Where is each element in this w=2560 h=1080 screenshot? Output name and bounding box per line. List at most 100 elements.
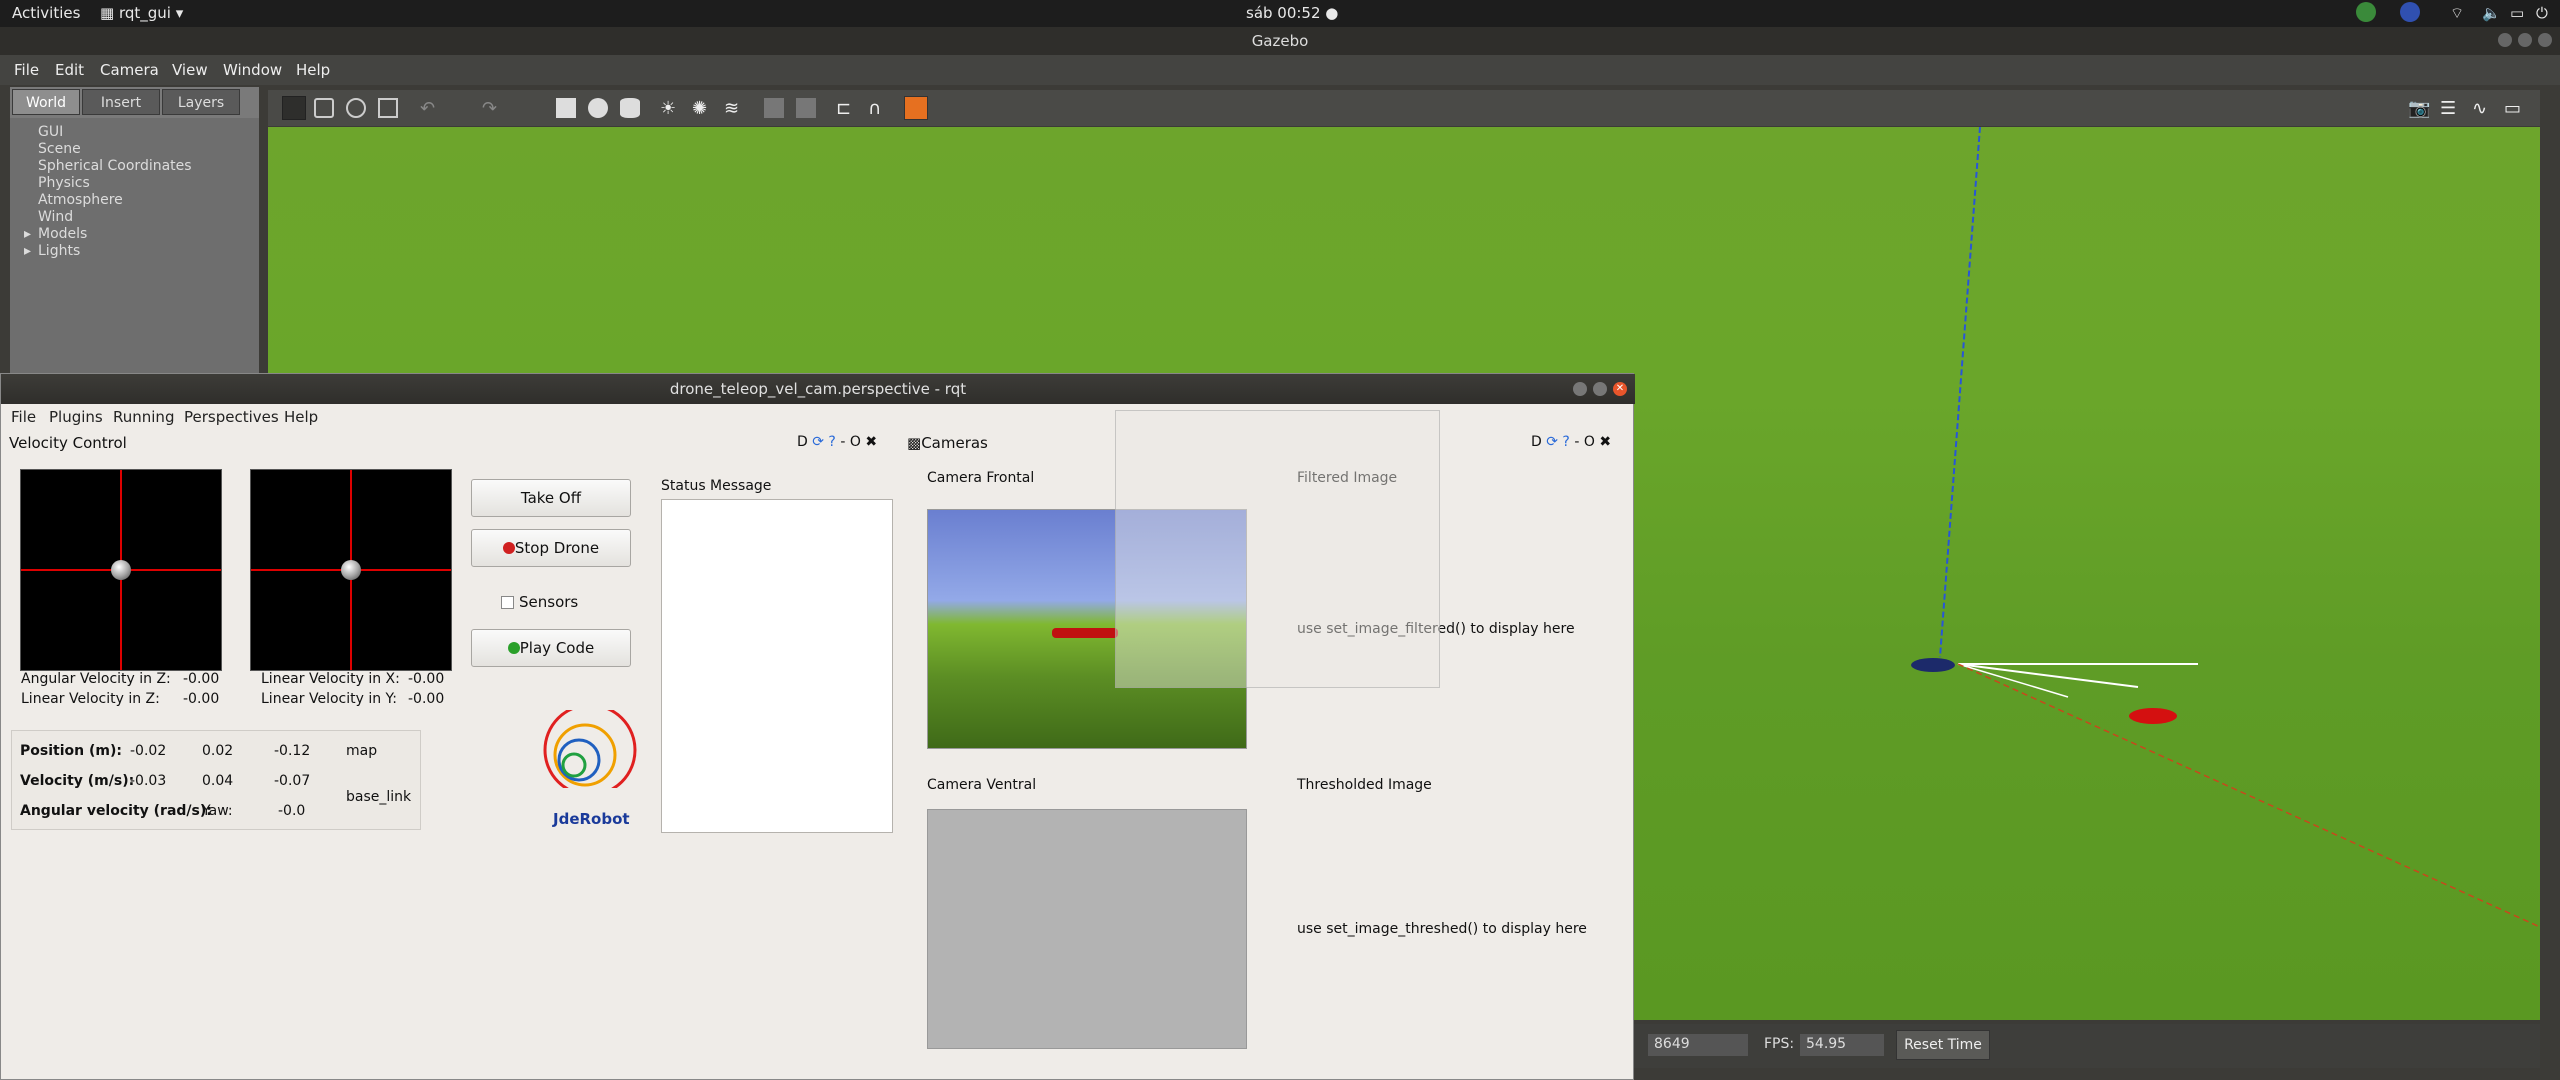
tree-expand-lights-icon[interactable]: ▸	[24, 243, 31, 259]
plot-icon[interactable]: ∿	[2472, 98, 2494, 119]
rqt-window-title: drone_teleop_vel_cam.perspective - rqt	[1, 374, 1635, 404]
directional-light-icon[interactable]: ≋	[724, 98, 744, 119]
float-plugin-icon[interactable]: O	[850, 434, 861, 450]
yaw-label: Yaw:	[202, 803, 233, 819]
gazebo-minimize-icon[interactable]	[2498, 33, 2512, 47]
gazebo-menu-view[interactable]: View	[172, 61, 208, 79]
change-view-icon[interactable]	[904, 96, 928, 120]
undo-icon[interactable]: ↶	[420, 98, 440, 119]
screenshot-icon[interactable]: 📷	[2408, 98, 2430, 119]
translate-mode-icon[interactable]	[314, 98, 334, 118]
user-icon[interactable]	[2400, 2, 2420, 22]
cameras-float-icon[interactable]: O	[1584, 434, 1595, 450]
point-light-icon[interactable]: ☀	[660, 98, 680, 119]
sensors-label: Sensors	[519, 593, 579, 611]
world-tree: GUI Scene Spherical Coordinates Physics …	[10, 118, 259, 378]
rqt-menu-running[interactable]: Running	[113, 408, 174, 426]
stop-drone-button[interactable]: Stop Drone	[471, 529, 631, 567]
fps-value: 54.95	[1800, 1034, 1884, 1056]
volume-icon[interactable]: 🔈	[2482, 4, 2501, 22]
dock-icon[interactable]: D	[797, 434, 808, 450]
paste-icon[interactable]	[796, 98, 816, 118]
cameras-icon: ▩	[907, 434, 922, 452]
gazebo-maximize-icon[interactable]	[2518, 33, 2532, 47]
help-icon[interactable]: ?	[828, 434, 835, 450]
take-off-button[interactable]: Take Off	[471, 479, 631, 517]
tree-expand-models-icon[interactable]: ▸	[24, 226, 31, 242]
gazebo-window-title: Gazebo	[0, 27, 2560, 55]
gazebo-menubar: File Edit Camera View Window Help	[0, 55, 2560, 85]
tree-item-models[interactable]: Models	[38, 226, 87, 242]
drone-blue[interactable]	[1911, 658, 1955, 672]
gazebo-close-icon[interactable]	[2538, 33, 2552, 47]
tree-item-atmosphere[interactable]: Atmosphere	[38, 192, 123, 208]
power-menu-icon[interactable]: ⏻	[2536, 4, 2548, 22]
box-shape-icon[interactable]	[556, 98, 576, 118]
position-z: -0.12	[274, 743, 311, 759]
minimize-plugin-icon[interactable]: -	[840, 434, 845, 450]
scale-mode-icon[interactable]	[378, 98, 398, 118]
tab-world[interactable]: World	[12, 89, 80, 115]
play-code-button[interactable]: Play Code	[471, 629, 631, 667]
rqt-menu-file[interactable]: File	[11, 408, 36, 426]
wifi-icon[interactable]: ⌔	[2450, 4, 2464, 23]
play-code-label: Play Code	[519, 639, 595, 657]
joystick-knob-left[interactable]	[111, 560, 131, 580]
align-icon[interactable]: ⊏	[836, 98, 856, 119]
clock[interactable]: sáb 00:52 ●	[1246, 4, 1338, 22]
tab-layers[interactable]: Layers	[162, 89, 240, 115]
video-record-icon[interactable]: ▭	[2504, 98, 2526, 119]
cameras-help-icon[interactable]: ?	[1562, 434, 1569, 450]
rotate-mode-icon[interactable]	[346, 98, 366, 118]
select-mode-icon[interactable]	[282, 96, 306, 120]
spot-light-icon[interactable]: ✺	[692, 98, 712, 119]
stop-drone-label: Stop Drone	[514, 539, 600, 557]
stop-icon	[502, 542, 515, 554]
copy-icon[interactable]	[764, 98, 784, 118]
gazebo-menu-window[interactable]: Window	[223, 61, 282, 79]
cameras-minimize-icon[interactable]: -	[1574, 434, 1579, 450]
sphere-shape-icon[interactable]	[588, 98, 608, 118]
reload-icon[interactable]: ⟳	[812, 434, 824, 450]
activities-button[interactable]: Activities	[12, 4, 80, 22]
cylinder-shape-icon[interactable]	[620, 98, 640, 118]
snap-icon[interactable]: ∩	[868, 98, 888, 119]
tree-item-gui[interactable]: GUI	[38, 124, 63, 140]
cameras-close-icon[interactable]: ✖	[1599, 434, 1611, 450]
joystick-pad-left[interactable]	[20, 469, 222, 671]
app-menu-label: rqt_gui	[118, 4, 171, 22]
battery-icon[interactable]: ▭	[2510, 4, 2524, 22]
tree-item-lights[interactable]: Lights	[38, 243, 80, 259]
play-icon	[507, 642, 520, 654]
app-menu[interactable]: ▦ rqt_gui ▾	[100, 4, 183, 22]
tree-item-scene[interactable]: Scene	[38, 141, 81, 157]
tree-item-wind[interactable]: Wind	[38, 209, 73, 225]
joystick-pad-right[interactable]	[250, 469, 452, 671]
gazebo-menu-help[interactable]: Help	[296, 61, 330, 79]
gazebo-menu-camera[interactable]: Camera	[100, 61, 159, 79]
rqt-minimize-icon[interactable]	[1573, 382, 1587, 396]
rqt-menu-help[interactable]: Help	[284, 408, 318, 426]
log-icon[interactable]: ☰	[2440, 98, 2462, 119]
reset-time-button[interactable]: Reset Time	[1896, 1030, 1990, 1060]
rqt-maximize-icon[interactable]	[1593, 382, 1607, 396]
gazebo-menu-edit[interactable]: Edit	[55, 61, 84, 79]
camera-frontal-label: Camera Frontal	[927, 470, 1035, 486]
close-plugin-icon[interactable]: ✖	[865, 434, 877, 450]
cameras-reload-icon[interactable]: ⟳	[1546, 434, 1558, 450]
rqt-menu-perspectives[interactable]: Perspectives	[184, 408, 279, 426]
status-message-box[interactable]	[661, 499, 893, 833]
cameras-dock-icon[interactable]: D	[1531, 434, 1542, 450]
tab-insert[interactable]: Insert	[82, 89, 160, 115]
shield-icon[interactable]	[2356, 2, 2376, 22]
tree-item-physics[interactable]: Physics	[38, 175, 90, 191]
sensor-ray-3	[1957, 663, 2069, 698]
sensors-checkbox[interactable]	[501, 596, 514, 609]
redo-icon[interactable]: ↷	[482, 98, 502, 119]
rqt-menu-plugins[interactable]: Plugins	[49, 408, 103, 426]
drone-red[interactable]	[2129, 708, 2177, 724]
tree-item-spherical-coordinates[interactable]: Spherical Coordinates	[38, 158, 192, 174]
joystick-knob-right[interactable]	[341, 560, 361, 580]
rqt-close-icon[interactable]: ✕	[1613, 382, 1627, 396]
gazebo-menu-file[interactable]: File	[14, 61, 39, 79]
